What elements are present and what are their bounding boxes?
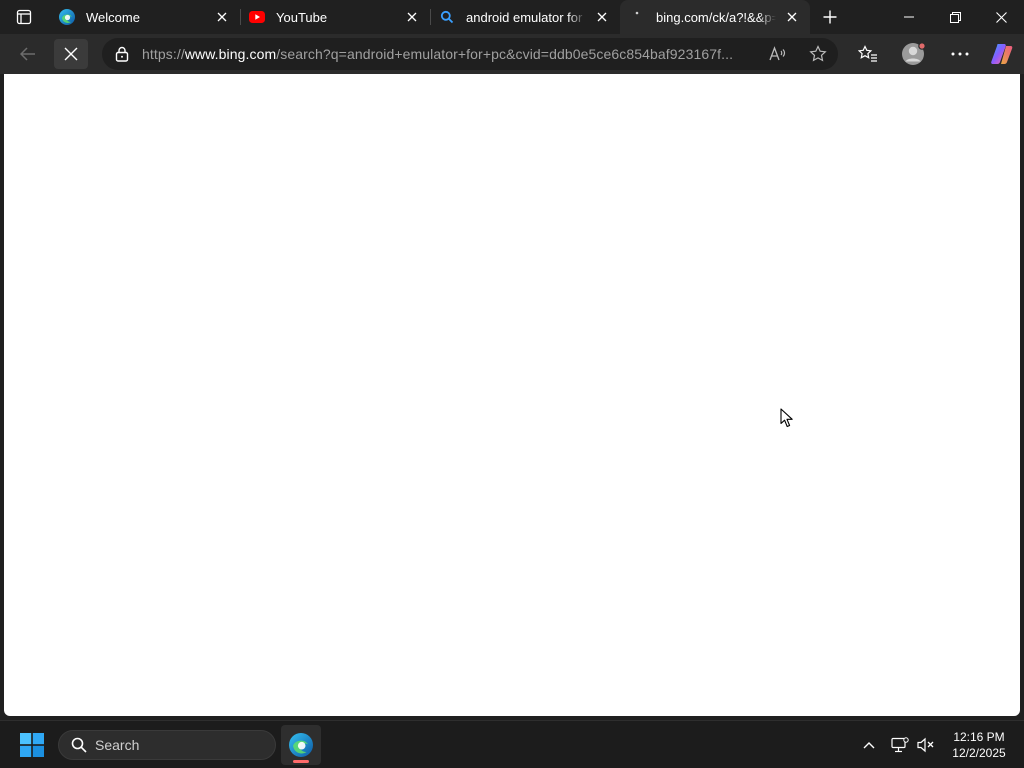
taskbar-search-box[interactable]: Search	[58, 730, 276, 760]
stop-loading-button[interactable]	[54, 39, 88, 69]
volume-button[interactable]	[914, 733, 938, 757]
copilot-icon	[991, 44, 1013, 64]
tab-title: bing.com/ck/a?!&&p=7	[656, 9, 776, 25]
show-hidden-icons-button[interactable]	[857, 733, 881, 757]
tab-close-button[interactable]	[402, 7, 422, 27]
taskbar: Search 12:16 PM 12/2/2025	[0, 720, 1024, 768]
read-aloud-icon	[769, 46, 786, 61]
profile-button[interactable]	[897, 39, 931, 69]
network-icon	[891, 737, 909, 753]
tab-youtube[interactable]: YouTube	[240, 0, 430, 34]
tab-welcome[interactable]: Welcome	[50, 0, 240, 34]
tab-bing-redirect[interactable]: bing.com/ck/a?!&&p=7	[620, 0, 810, 34]
new-tab-button[interactable]	[816, 4, 844, 30]
arrow-left-icon	[20, 47, 35, 61]
restore-button[interactable]	[932, 0, 978, 34]
plus-icon	[823, 10, 837, 24]
network-button[interactable]	[888, 733, 912, 757]
tab-search-results[interactable]: android emulator for pc	[430, 0, 620, 34]
back-button[interactable]	[11, 39, 45, 69]
edge-icon	[58, 8, 76, 26]
close-icon	[217, 12, 227, 22]
url-host: www.bing.com	[184, 46, 277, 62]
close-icon	[995, 11, 1007, 23]
search-icon	[69, 735, 89, 755]
favorites-button[interactable]	[851, 39, 885, 69]
close-icon	[787, 12, 797, 22]
loading-icon	[628, 8, 646, 26]
mouse-cursor-icon	[780, 408, 793, 428]
chevron-up-icon	[863, 742, 875, 749]
volume-muted-icon	[917, 737, 934, 753]
minimize-icon	[904, 16, 914, 18]
lock-icon[interactable]	[102, 38, 142, 70]
tab-title: YouTube	[276, 9, 328, 25]
search-placeholder: Search	[95, 737, 140, 753]
taskbar-edge-button[interactable]	[281, 725, 321, 765]
read-aloud-button[interactable]	[758, 38, 798, 70]
clock-date: 12/2/2025	[952, 746, 1006, 760]
tab-close-button[interactable]	[782, 7, 802, 27]
youtube-icon	[248, 8, 266, 26]
tab-close-button[interactable]	[212, 7, 232, 27]
edge-icon	[289, 733, 313, 757]
system-clock[interactable]: 12:16 PM 12/2/2025	[944, 729, 1014, 761]
avatar-icon	[902, 42, 926, 65]
tab-close-button[interactable]	[592, 7, 612, 27]
clock-time: 12:16 PM	[953, 730, 1005, 744]
window-close-button[interactable]	[978, 0, 1024, 34]
tab-actions-button[interactable]	[6, 4, 42, 30]
tab-title: Welcome	[86, 9, 140, 25]
minimize-button[interactable]	[886, 0, 932, 34]
close-icon	[64, 47, 78, 61]
close-icon	[597, 12, 607, 22]
settings-more-button[interactable]	[943, 39, 977, 69]
restore-icon	[949, 11, 961, 23]
browser-toolbar: https://www.bing.com/search?q=android+em…	[0, 34, 1024, 74]
url-path: /search?q=android+emulator+for+pc&cvid=d…	[276, 46, 734, 62]
copilot-button[interactable]	[985, 39, 1019, 69]
url-scheme: https://	[142, 46, 185, 62]
address-bar[interactable]: https://www.bing.com/search?q=android+em…	[102, 38, 838, 70]
start-button[interactable]	[14, 729, 50, 761]
close-icon	[407, 12, 417, 22]
tab-strip: Welcome YouTube android emulator for bin…	[0, 0, 1024, 34]
url-text[interactable]: https://www.bing.com/search?q=android+em…	[142, 46, 758, 62]
star-add-icon	[809, 45, 827, 62]
tab-actions-icon	[16, 9, 32, 25]
page-content[interactable]	[4, 74, 1020, 716]
favorites-icon	[858, 45, 877, 62]
more-horizontal-icon	[951, 52, 969, 56]
favorite-star-button[interactable]	[798, 38, 838, 70]
search-icon	[438, 8, 456, 26]
active-app-indicator	[293, 760, 309, 763]
tab-title: android emulator for pc	[466, 9, 586, 25]
windows-logo-icon	[20, 733, 44, 757]
